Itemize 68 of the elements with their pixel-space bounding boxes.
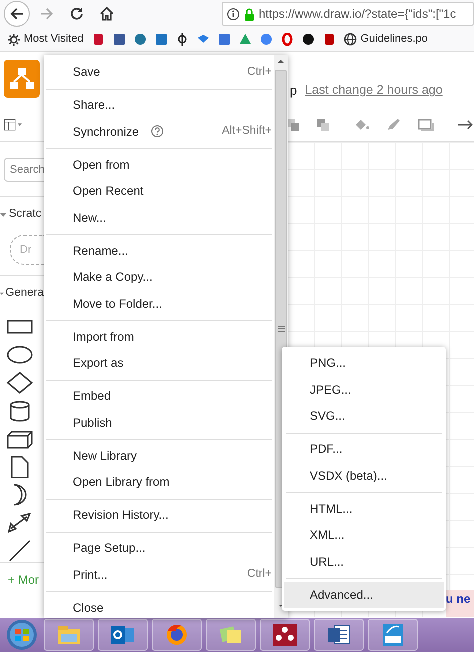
taskbar-button[interactable] xyxy=(152,619,202,651)
to-back-icon[interactable] xyxy=(316,118,330,132)
last-change-link[interactable]: Last change 2 hours ago xyxy=(305,81,443,100)
ellipse-shape[interactable] xyxy=(6,344,34,366)
taskbar-button[interactable] xyxy=(98,619,148,651)
bookmark-favicon[interactable] xyxy=(112,33,126,46)
menu-item[interactable]: New... xyxy=(44,204,274,231)
arrow-icon[interactable] xyxy=(458,118,474,130)
app-logo[interactable] xyxy=(4,60,40,98)
menu-item[interactable]: Embed xyxy=(44,383,274,410)
menu-item[interactable]: Open Library from xyxy=(44,469,274,496)
menu-item[interactable]: Import from xyxy=(44,324,274,350)
menu-item[interactable]: Make a Copy... xyxy=(44,264,274,290)
most-visited-folder[interactable]: Most Visited xyxy=(8,31,84,48)
caret-icon[interactable] xyxy=(0,210,8,219)
home-icon[interactable] xyxy=(99,6,115,22)
menu-item[interactable]: Rename... xyxy=(44,238,274,264)
menu-item[interactable]: Open Recent xyxy=(44,178,274,204)
menu-item[interactable]: VSDX (beta)... xyxy=(284,462,444,489)
globe-icon[interactable] xyxy=(344,33,357,46)
diamond-shape[interactable] xyxy=(6,372,34,394)
info-icon[interactable] xyxy=(227,8,240,20)
section-header[interactable]: Genera xyxy=(0,285,44,302)
search-field[interactable]: Search xyxy=(4,158,44,182)
network-app-icon xyxy=(271,622,299,648)
url-text: https://www.draw.io/?state={"ids":["1c xyxy=(259,6,456,23)
bookmark-link[interactable]: Guidelines.po xyxy=(344,31,428,48)
notice-banner: u ne xyxy=(446,590,474,617)
reload-icon[interactable] xyxy=(69,6,85,22)
menu-item[interactable]: New Library xyxy=(44,442,274,469)
menu-item[interactable]: Revision History... xyxy=(44,502,274,528)
menu-item[interactable]: SVG... xyxy=(284,403,444,430)
taskbar-button[interactable] xyxy=(368,619,418,651)
menu-item[interactable]: Save Ctrl+ xyxy=(44,59,274,86)
menu-item[interactable]: Move to Folder... xyxy=(44,290,274,317)
menu-item[interactable]: Share... xyxy=(44,92,274,118)
menu-item[interactable]: HTML... xyxy=(284,496,444,522)
lock-icon xyxy=(244,8,255,20)
menu-item[interactable]: XML... xyxy=(284,522,444,548)
back-button[interactable] xyxy=(4,1,30,27)
section-header[interactable]: Scratc xyxy=(0,206,44,224)
taskbar-button[interactable] xyxy=(260,619,310,651)
menu-item[interactable]: Publish xyxy=(44,410,274,436)
menu-item[interactable]: Advanced... xyxy=(284,582,444,608)
menu-item[interactable]: Print... Ctrl+ xyxy=(44,562,274,588)
bookmark-favicon[interactable] xyxy=(176,33,189,46)
start-button[interactable] xyxy=(4,619,40,651)
help-icon[interactable] xyxy=(151,125,164,138)
document-title: p xyxy=(290,82,298,100)
shadow-icon[interactable] xyxy=(418,118,434,132)
menu-item[interactable]: URL... xyxy=(284,548,444,575)
gear-icon[interactable] xyxy=(8,34,20,46)
menu-item[interactable]: Page Setup... xyxy=(44,535,274,562)
menu-item[interactable]: Export as xyxy=(44,350,274,376)
bookmark-favicon[interactable] xyxy=(322,33,336,46)
menu-item[interactable]: PNG... xyxy=(284,350,444,376)
bookmark-favicon[interactable] xyxy=(302,33,315,46)
address-bar[interactable]: https://www.draw.io/?state={"ids":["1c xyxy=(222,2,474,26)
menu-item[interactable]: Synchronize Alt+Shift+ xyxy=(44,118,274,145)
more-shapes-link[interactable]: + Mor xyxy=(8,570,44,588)
menu-item[interactable]: PDF... xyxy=(284,436,444,462)
to-front-icon[interactable] xyxy=(286,118,300,132)
double-arrow-shape[interactable] xyxy=(6,512,34,534)
menu-item[interactable]: JPEG... xyxy=(284,376,444,403)
taskbar-button[interactable] xyxy=(314,619,364,651)
menu-item[interactable]: Close xyxy=(44,594,274,618)
back-arrow-icon[interactable] xyxy=(9,6,25,22)
menu-item[interactable]: Open from xyxy=(44,152,274,178)
